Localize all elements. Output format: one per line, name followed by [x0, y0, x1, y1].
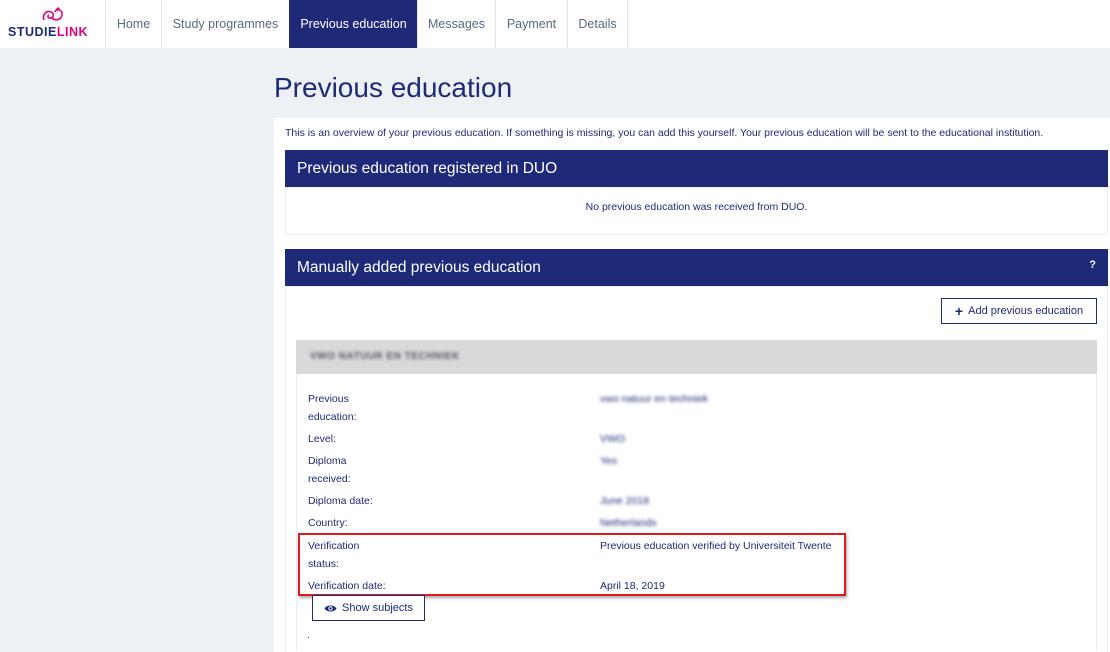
verification-highlight-box	[298, 533, 846, 596]
page-title: Previous education	[274, 72, 513, 103]
field-value-diploma-date: June 2018	[600, 495, 650, 507]
show-subjects-button[interactable]: Show subjects	[312, 595, 425, 621]
manual-panel-title: Manually added previous education	[297, 258, 541, 276]
field-label-previous-education: Previous education:	[308, 393, 357, 423]
studielink-logo[interactable]: STUDIELINK	[6, 6, 102, 42]
nav-item-messages[interactable]: Messages	[417, 0, 495, 48]
field-label-diploma-date: Diploma date:	[308, 495, 373, 507]
field-value-previous-education: vwo natuur en techniek	[600, 393, 708, 405]
intro-text: This is an overview of your previous edu…	[285, 127, 1044, 139]
plus-icon: +	[954, 303, 964, 319]
studielink-logo-icon	[42, 7, 63, 21]
show-subjects-label: Show subjects	[342, 602, 413, 614]
nav-item-previous-education[interactable]: Previous education	[289, 0, 417, 48]
help-icon[interactable]: ?	[1089, 259, 1096, 271]
field-value-country: Netherlands	[600, 517, 657, 529]
nav-item-details[interactable]: Details	[567, 0, 628, 48]
field-value-level: VWO	[600, 433, 626, 445]
field-label-level: Level:	[308, 433, 337, 445]
field-label-diploma-received: Diploma received:	[308, 455, 351, 485]
duo-empty-message: No previous education was received from …	[585, 201, 808, 213]
duo-panel-title: Previous education registered in DUO	[297, 159, 558, 177]
add-previous-education-label: Add previous education	[968, 305, 1084, 317]
eye-icon	[324, 605, 337, 611]
field-label-country: Country:	[308, 517, 348, 529]
manual-panel-header: Manually added previous education ?	[285, 249, 1108, 286]
duo-panel-header: Previous education registered in DUO	[285, 150, 1108, 187]
nav-item-study-programmes[interactable]: Study programmes	[161, 0, 289, 48]
top-navigation-bar: STUDIELINK Home Study programmes Previou…	[0, 0, 1110, 48]
nav-item-home[interactable]: Home	[105, 0, 161, 48]
trailing-dot: .	[307, 630, 310, 641]
main-nav: Home Study programmes Previous education…	[105, 0, 628, 48]
record-title: VWO NATUUR EN TECHNIEK	[310, 351, 460, 362]
add-previous-education-button[interactable]: + Add previous education	[941, 298, 1097, 324]
nav-item-payment[interactable]: Payment	[495, 0, 567, 48]
field-value-diploma-received: Yes	[600, 455, 618, 467]
studielink-logo-text: STUDIELINK	[8, 25, 89, 39]
